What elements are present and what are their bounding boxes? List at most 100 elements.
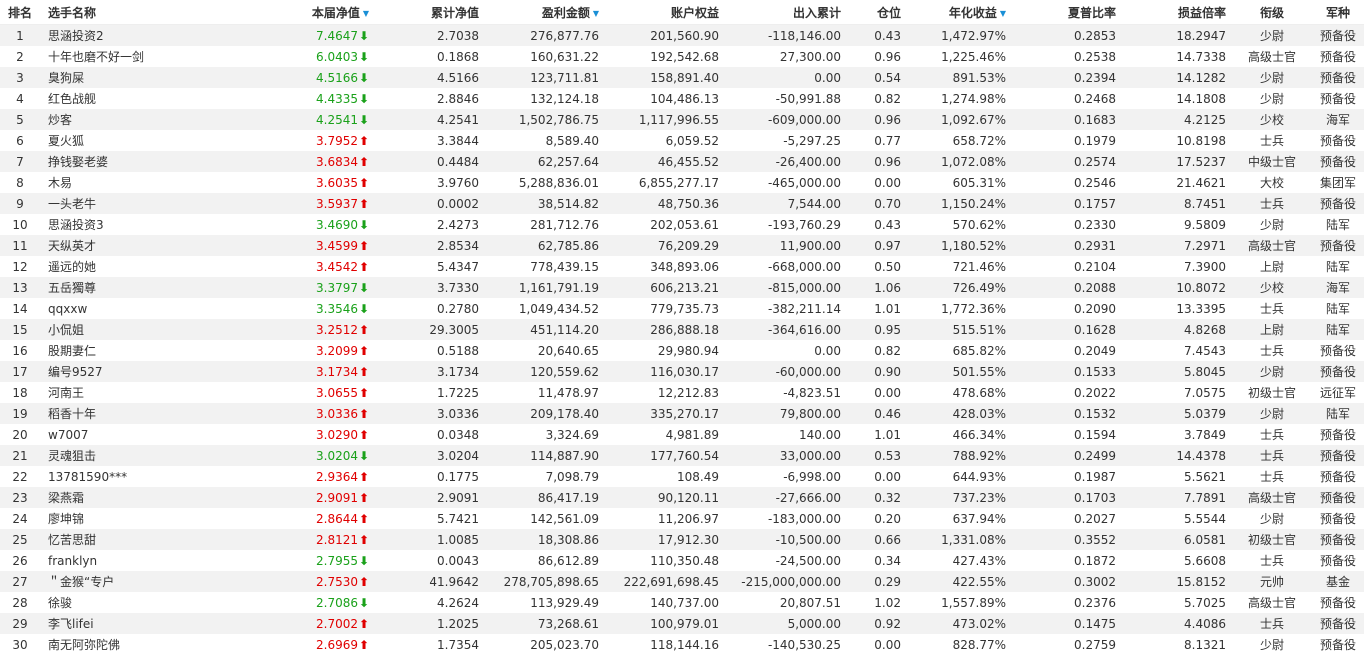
position-cell: 0.90: [847, 361, 907, 382]
pl-ratio-cell: 5.5621: [1122, 466, 1232, 487]
table-row[interactable]: 3 臭狗屎 4.5166⬇ 4.5166 123,711.81 158,891.40 0.0…: [0, 67, 1364, 88]
player-name[interactable]: 思涵投资2: [40, 24, 250, 46]
player-name[interactable]: qqxxw: [40, 298, 250, 319]
pl-ratio-cell: 4.8268: [1122, 319, 1232, 340]
table-row[interactable]: 15 小侃姐 3.2512⬆ 29.3005 451,114.20 286,888.18-…: [0, 319, 1364, 340]
sharpe-cell: 0.2022: [1012, 382, 1122, 403]
caret-down-icon[interactable]: ▼: [593, 9, 599, 18]
annual-cell: 685.82%: [907, 340, 1012, 361]
profit-cell: 205,023.70: [485, 634, 605, 655]
table-row[interactable]: 30 南无阿弥陀佛 2.6969⬆ 1.7354 205,023.70 118,144.1…: [0, 634, 1364, 655]
player-name[interactable]: 遥远的她: [40, 256, 250, 277]
position-cell: 0.70: [847, 193, 907, 214]
table-row[interactable]: 1 思涵投资2 7.4647⬇ 2.7038 276,877.76 201,560.90-…: [0, 24, 1364, 46]
table-row[interactable]: 9 一头老牛 3.5937⬆ 0.0002 38,514.82 48,750.36 7,54…: [0, 193, 1364, 214]
player-name[interactable]: 灵魂狙击: [40, 445, 250, 466]
sharpe-cell: 0.2088: [1012, 277, 1122, 298]
table-row[interactable]: 29 李飞lifei 2.7002⬆ 1.2025 73,268.61 100,979.0…: [0, 613, 1364, 634]
table-row[interactable]: 12 遥远的她 3.4542⬆ 5.4347 778,439.15 348,893.06-…: [0, 256, 1364, 277]
player-name[interactable]: 徐骏: [40, 592, 250, 613]
table-row[interactable]: 4 红色战舰 4.4335⬇ 2.8846 132,124.18 104,486.13 -5…: [0, 88, 1364, 109]
inout-cell: -215,000,000.00: [725, 571, 847, 592]
player-name[interactable]: 河南王: [40, 382, 250, 403]
player-name[interactable]: 稻香十年: [40, 403, 250, 424]
table-row[interactable]: 8 木易 3.6035⬆ 3.9760 5,288,836.01 6,855,277.17…: [0, 172, 1364, 193]
arrow-up-icon: ⬆: [359, 175, 370, 190]
weekly-nav-value: 2.8644: [316, 511, 358, 526]
header-profit[interactable]: 盈利金额 ▼: [485, 0, 605, 25]
weekly-nav-cell: 3.4599⬆: [250, 235, 375, 256]
pl-ratio-cell: 13.3395: [1122, 298, 1232, 319]
table-row[interactable]: 14 qqxxw 3.3546⬇ 0.2780 1,049,434.52 779,735.…: [0, 298, 1364, 319]
player-name[interactable]: franklyn: [40, 550, 250, 571]
player-name[interactable]: 臭狗屎: [40, 67, 250, 88]
table-row[interactable]: 13 五岳獨尊 3.3797⬇ 3.7330 1,161,791.19 606,213.2…: [0, 277, 1364, 298]
table-row[interactable]: 27 ＂金猴“专户 2.7530⬆ 41.9642 278,705,898.65 222,…: [0, 571, 1364, 592]
table-row[interactable]: 7 挣钱娶老婆 3.6834⬆ 0.4484 62,257.64 46,455.52 -26…: [0, 151, 1364, 172]
rank-title-cell: 士兵: [1232, 466, 1312, 487]
player-name[interactable]: 十年也磨不好一剑: [40, 46, 250, 67]
profit-cell: 86,612.89: [485, 550, 605, 571]
player-name[interactable]: 股期妻仁: [40, 340, 250, 361]
table-row[interactable]: 22 13781590*** 2.9364⬆ 0.1775 7,098.79 108.49…: [0, 466, 1364, 487]
inout-cell: -668,000.00: [725, 256, 847, 277]
header-annual[interactable]: 年化收益 ▼: [907, 0, 1012, 25]
player-name[interactable]: 天纵英才: [40, 235, 250, 256]
player-name[interactable]: w7007: [40, 424, 250, 445]
player-name[interactable]: 红色战舰: [40, 88, 250, 109]
player-name[interactable]: ＂金猴“专户: [40, 571, 250, 592]
player-name[interactable]: 挣钱娶老婆: [40, 151, 250, 172]
player-name[interactable]: 梁燕霜: [40, 487, 250, 508]
player-name[interactable]: 忆苦思甜: [40, 529, 250, 550]
player-name[interactable]: 一头老牛: [40, 193, 250, 214]
table-row[interactable]: 10 思涵投资3 3.4690⬇ 2.4273 281,712.76 202,053.61…: [0, 214, 1364, 235]
table-row[interactable]: 23 梁燕霜 2.9091⬆ 2.9091 86,417.19 90,120.11 -27,…: [0, 487, 1364, 508]
table-row[interactable]: 28 徐骏 2.7086⬇ 4.2624 113,929.49 140,737.00 20,…: [0, 592, 1364, 613]
weekly-nav-value: 3.4542: [316, 259, 358, 274]
table-row[interactable]: 24 廖坤锦 2.8644⬆ 5.7421 142,561.09 11,206.97 -18…: [0, 508, 1364, 529]
player-name[interactable]: 13781590***: [40, 466, 250, 487]
profit-cell: 1,502,786.75: [485, 109, 605, 130]
player-name[interactable]: 木易: [40, 172, 250, 193]
rank-title-cell: 少尉: [1232, 214, 1312, 235]
pl-ratio-cell: 4.2125: [1122, 109, 1232, 130]
table-row[interactable]: 25 忆苦思甜 2.8121⬆ 1.0085 18,308.86 17,912.30 -10…: [0, 529, 1364, 550]
player-name[interactable]: 夏火狐: [40, 130, 250, 151]
table-row[interactable]: 17 编号9527 3.1734⬆ 3.1734 120,559.62 116,030.1…: [0, 361, 1364, 382]
table-row[interactable]: 18 河南王 3.0655⬆ 1.7225 11,478.97 12,212.83 -4,8…: [0, 382, 1364, 403]
table-row[interactable]: 26 franklyn 2.7955⬇ 0.0043 86,612.89 110,350.…: [0, 550, 1364, 571]
rank-title-cell: 高级士官: [1232, 235, 1312, 256]
header-weekly-nav[interactable]: 本届净值 ▼: [250, 0, 375, 25]
caret-down-icon[interactable]: ▼: [363, 9, 369, 18]
player-name[interactable]: 编号9527: [40, 361, 250, 382]
player-name[interactable]: 思涵投资3: [40, 214, 250, 235]
annual-cell: 1,772.36%: [907, 298, 1012, 319]
cum-nav-cell: 0.1775: [375, 466, 485, 487]
weekly-nav-cell: 3.0655⬆: [250, 382, 375, 403]
arrow-down-icon: ⬇: [359, 70, 370, 85]
table-row[interactable]: 2 十年也磨不好一剑 6.0403⬇ 0.1868 160,631.22 192,542.…: [0, 46, 1364, 67]
table-row[interactable]: 11 天纵英才 3.4599⬆ 2.8534 62,785.86 76,209.29 11,…: [0, 235, 1364, 256]
table-row[interactable]: 16 股期妻仁 3.2099⬆ 0.5188 20,640.65 29,980.94 0.0…: [0, 340, 1364, 361]
table-row[interactable]: 6 夏火狐 3.7952⬆ 3.3844 8,589.40 6,059.52 -5,297.…: [0, 130, 1364, 151]
player-name[interactable]: 廖坤锦: [40, 508, 250, 529]
caret-down-icon[interactable]: ▼: [1000, 9, 1006, 18]
player-name[interactable]: 小侃姐: [40, 319, 250, 340]
table-row[interactable]: 19 稻香十年 3.0336⬆ 3.0336 209,178.40 335,270.17 7…: [0, 403, 1364, 424]
sharpe-cell: 0.2104: [1012, 256, 1122, 277]
player-name[interactable]: 五岳獨尊: [40, 277, 250, 298]
table-row[interactable]: 20 w7007 3.0290⬆ 0.0348 3,324.69 4,981.89 140.…: [0, 424, 1364, 445]
cum-nav-cell: 0.5188: [375, 340, 485, 361]
annual-cell: 737.23%: [907, 487, 1012, 508]
inout-cell: -27,666.00: [725, 487, 847, 508]
table-row[interactable]: 21 灵魂狙击 3.0204⬇ 3.0204 114,887.90 177,760.54 3…: [0, 445, 1364, 466]
annual-cell: 726.49%: [907, 277, 1012, 298]
rank-cell: 10: [0, 214, 40, 235]
player-name[interactable]: 李飞lifei: [40, 613, 250, 634]
table-row[interactable]: 5 炒客 4.2541⬇ 4.2541 1,502,786.75 1,117,996.55…: [0, 109, 1364, 130]
player-name[interactable]: 炒客: [40, 109, 250, 130]
rank-cell: 8: [0, 172, 40, 193]
player-name[interactable]: 南无阿弥陀佛: [40, 634, 250, 655]
branch-cell: 远征军: [1312, 382, 1364, 403]
sharpe-cell: 0.1987: [1012, 466, 1122, 487]
